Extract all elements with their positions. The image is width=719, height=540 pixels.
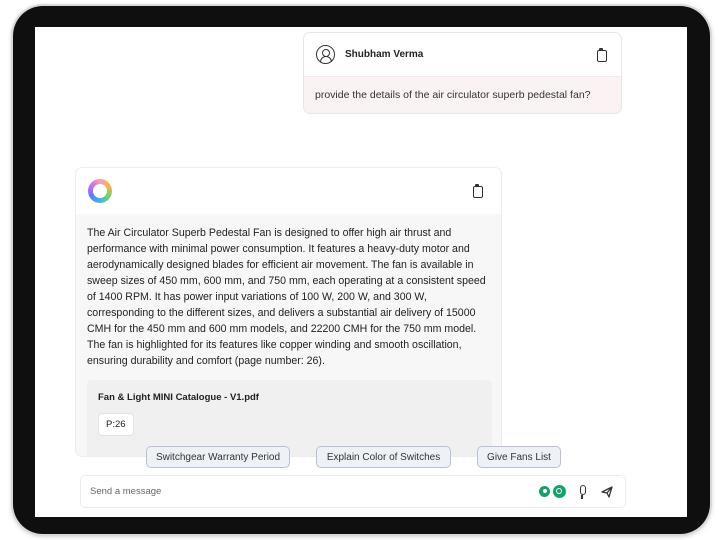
clipboard-icon[interactable]	[471, 184, 483, 198]
user-message-header: Shubham Verma	[304, 33, 621, 77]
message-composer	[80, 475, 626, 508]
source-page-badge[interactable]: P:26	[98, 413, 134, 436]
suggestion-chip[interactable]: Explain Color of Switches	[316, 446, 451, 468]
clipboard-icon[interactable]	[595, 47, 607, 62]
assistant-message-header	[76, 168, 501, 214]
user-avatar-icon	[316, 45, 335, 64]
grammarly-icon[interactable]	[539, 486, 550, 497]
user-message: Shubham Verma provide the details of the…	[303, 32, 622, 114]
user-name: Shubham Verma	[345, 49, 424, 60]
assistant-logo-icon	[88, 179, 112, 203]
chat-screen: Shubham Verma provide the details of the…	[35, 27, 687, 517]
source-document-title: Fan & Light MINI Catalogue - V1.pdf	[98, 392, 259, 403]
assistant-message-body: The Air Circulator Superb Pedestal Fan i…	[76, 214, 501, 456]
grammar-check-icon[interactable]	[553, 485, 566, 498]
message-input[interactable]	[90, 486, 539, 497]
suggestion-chip[interactable]: Switchgear Warranty Period	[146, 446, 290, 468]
send-icon[interactable]	[601, 485, 613, 498]
microphone-icon[interactable]	[577, 484, 587, 499]
suggestion-chip[interactable]: Give Fans List	[477, 446, 561, 468]
assistant-message-text: The Air Circulator Superb Pedestal Fan i…	[87, 227, 486, 367]
assistant-message: The Air Circulator Superb Pedestal Fan i…	[75, 167, 502, 457]
user-message-text: provide the details of the air circulato…	[315, 89, 591, 101]
